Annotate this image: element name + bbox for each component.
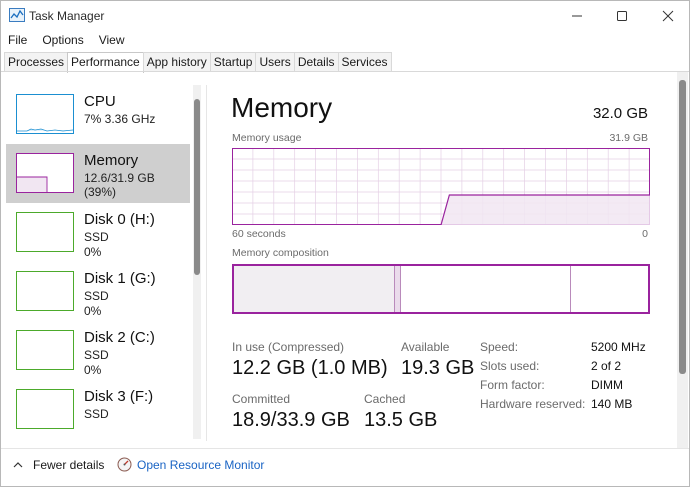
cached-label: Cached [364,392,406,406]
slots-used-label: Slots used: [480,359,540,373]
footer-bar: Fewer details Open Resource Monitor [1,448,689,486]
sidebar-item-name: Disk 1 (G:) [84,270,156,287]
in-use-label: In use (Compressed) [232,340,345,354]
sidebar-item-disk-2[interactable]: Disk 2 (C:) SSD 0% [6,321,190,380]
minimize-button[interactable] [554,1,600,31]
cpu-thumbnail-graph [16,94,74,134]
fewer-details-label: Fewer details [33,458,105,472]
speed-value: 5200 MHz [591,340,646,354]
maximize-button[interactable] [599,1,645,31]
task-manager-window: Task Manager File Options View Processes… [0,0,690,487]
graph-axis-start: 60 seconds [232,228,286,240]
menu-bar: File Options View [1,31,129,49]
task-manager-app-icon [9,8,25,22]
sidebar-scrollbar-thumb[interactable] [194,99,200,275]
window-title: Task Manager [29,9,105,23]
hardware-reserved-value: 140 MB [591,397,633,411]
memory-usage-chart [232,148,650,226]
sidebar-item-name: CPU [84,93,116,110]
sidebar-item-name: Memory [84,152,139,169]
memory-usage-max: 31.9 GB [609,132,648,144]
memory-usage-label: Memory usage [232,132,302,144]
tab-divider [1,71,689,72]
hardware-reserved-label: Hardware reserved: [480,397,586,411]
sidebar-item-memory[interactable]: Memory 12.6/31.9 GB (39%) [6,144,190,203]
sidebar-item-usage: 0% [84,245,102,259]
graph-axis-end: 0 [642,228,648,240]
disk-thumbnail-graph [16,212,74,252]
main-scrollbar-thumb[interactable] [679,80,686,374]
open-resource-monitor-link[interactable]: Open Resource Monitor [117,457,264,472]
sidebar-item-name: Disk 3 (F:) [84,388,154,405]
minimize-icon [572,15,582,17]
committed-label: Committed [232,392,291,406]
tab-services[interactable]: Services [337,52,392,72]
title-bar[interactable]: Task Manager [1,1,689,31]
menu-file[interactable]: File [1,31,31,49]
available-value: 19.3 GB [401,357,475,379]
composition-free-segment [570,266,648,312]
memory-thumbnail-graph [16,153,74,193]
sidebar-item-usage: 0% [84,304,102,318]
tab-users[interactable]: Users [255,52,295,72]
page-title: Memory [231,92,333,123]
sidebar-item-detail: 12.6/31.9 GB (39%) [84,171,155,199]
tab-startup[interactable]: Startup [209,52,257,72]
cached-value: 13.5 GB [364,409,438,431]
memory-total: 32.0 GB [592,105,648,122]
sidebar-item-detail: 7% 3.36 GHz [84,112,156,126]
main-scrollbar[interactable] [677,72,688,448]
disk-thumbnail-graph [16,330,74,370]
open-resource-monitor-label: Open Resource Monitor [137,457,265,472]
composition-in-use-segment [234,266,396,312]
memory-usage-area [441,194,650,225]
maximize-icon [617,11,627,21]
sidebar-scrollbar[interactable] [193,85,201,439]
sidebar-item-disk-3[interactable]: Disk 3 (F:) SSD [6,380,190,439]
chevron-up-icon [13,462,23,468]
composition-standby-segment [401,266,571,312]
menu-options[interactable]: Options [35,31,87,49]
tab-performance[interactable]: Performance [67,52,144,73]
sidebar-item-cpu[interactable]: CPU 7% 3.36 GHz [6,85,190,144]
sidebar-item-disk-0[interactable]: Disk 0 (H:) SSD 0% [6,203,190,262]
tab-app-history[interactable]: App history [142,52,211,72]
sidebar-item-disk-1[interactable]: Disk 1 (G:) SSD 0% [6,262,190,321]
sidebar-item-type: SSD [84,407,109,421]
memory-composition-label: Memory composition [232,247,329,259]
pane-divider [206,85,207,441]
sidebar-item-type: SSD [84,289,109,303]
slots-used-value: 2 of 2 [591,359,622,373]
in-use-value: 12.2 GB (1.0 MB) [232,357,388,379]
sidebar-item-usage: 0% [84,363,102,377]
disk-thumbnail-graph [16,389,74,429]
speed-label: Speed: [480,340,519,354]
memory-composition-bar [232,264,650,314]
tab-details[interactable]: Details [293,52,339,72]
close-button[interactable] [645,1,690,31]
sidebar-item-type: SSD [84,348,109,362]
available-label: Available [401,340,450,354]
sidebar-item-type: SSD [84,230,109,244]
tab-bar: Processes Performance App history Startu… [4,52,392,73]
resource-monitor-icon [117,457,132,472]
memory-usage-graph [232,148,650,226]
resource-sidebar: CPU 7% 3.36 GHz Memory 12.6/31.9 GB (39%… [6,85,190,441]
menu-view[interactable]: View [92,31,129,49]
tab-processes[interactable]: Processes [4,52,69,72]
close-icon [662,10,674,22]
sidebar-item-name: Disk 2 (C:) [84,329,155,346]
fewer-details-button[interactable]: Fewer details [13,458,104,472]
disk-thumbnail-graph [16,271,74,311]
sidebar-item-name: Disk 0 (H:) [84,211,155,228]
committed-value: 18.9/33.9 GB [232,409,350,431]
form-factor-value: DIMM [591,378,623,392]
form-factor-label: Form factor: [480,378,545,392]
